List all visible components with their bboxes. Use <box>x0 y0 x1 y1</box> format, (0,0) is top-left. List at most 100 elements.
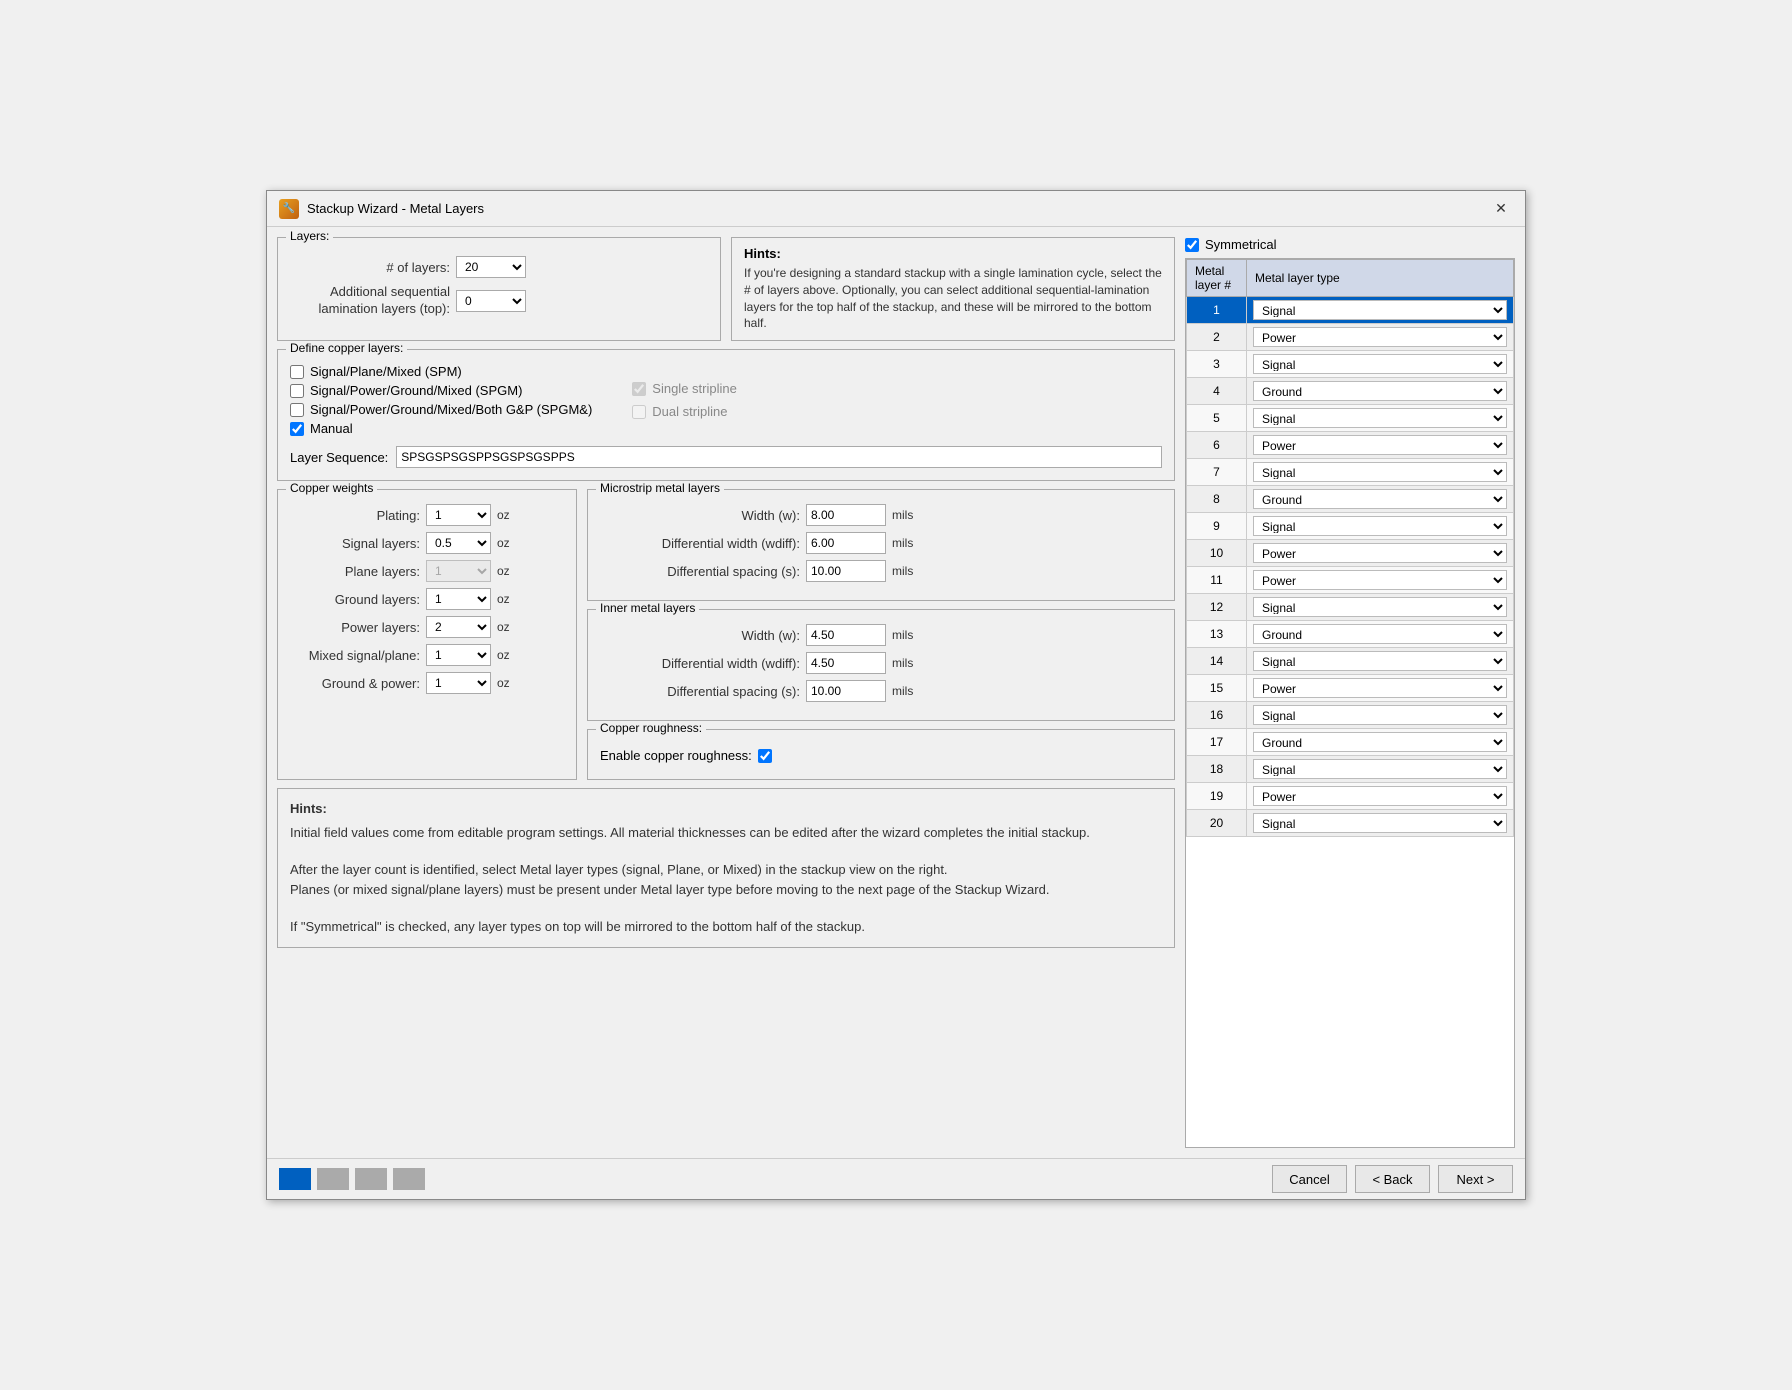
symmetrical-label: Symmetrical <box>1205 237 1277 252</box>
spm-checkbox[interactable] <box>290 365 304 379</box>
cancel-button[interactable]: Cancel <box>1272 1165 1347 1193</box>
layer-type-select[interactable]: SignalPowerGroundMixedPlane <box>1253 408 1507 428</box>
close-button[interactable]: ✕ <box>1489 197 1513 221</box>
table-row[interactable]: 13SignalPowerGroundMixedPlane <box>1187 621 1514 648</box>
spm-label: Signal/Plane/Mixed (SPM) <box>310 364 462 379</box>
step-3 <box>355 1168 387 1190</box>
layer-type-select[interactable]: SignalPowerGroundMixedPlane <box>1253 327 1507 347</box>
define-copper-title: Define copper layers: <box>286 341 407 355</box>
layer-type-select[interactable]: SignalPowerGroundMixedPlane <box>1253 435 1507 455</box>
plating-label: Plating: <box>290 508 420 523</box>
layer-type-select[interactable]: SignalPowerGroundMixedPlane <box>1253 489 1507 509</box>
num-layers-select[interactable]: 20246810121416182224 <box>456 256 526 278</box>
ms-width-label: Width (w): <box>600 508 800 523</box>
layer-type-select[interactable]: SignalPowerGroundMixedPlane <box>1253 624 1507 644</box>
im-diff-width-input[interactable] <box>806 652 886 674</box>
layer-type-select[interactable]: SignalPowerGroundMixedPlane <box>1253 678 1507 698</box>
manual-checkbox[interactable] <box>290 422 304 436</box>
hints-text: If you're designing a standard stackup w… <box>744 265 1162 332</box>
table-row[interactable]: 16SignalPowerGroundMixedPlane <box>1187 702 1514 729</box>
table-row[interactable]: 7SignalPowerGroundMixedPlane <box>1187 459 1514 486</box>
copper-weights-title: Copper weights <box>286 481 377 495</box>
main-window: 🔧 Stackup Wizard - Metal Layers ✕ Layers… <box>266 190 1526 1200</box>
layer-type-select[interactable]: SignalPowerGroundMixedPlane <box>1253 705 1507 725</box>
im-width-input[interactable] <box>806 624 886 646</box>
num-layers-label: # of layers: <box>290 260 450 275</box>
table-row[interactable]: 20SignalPowerGroundMixedPlane <box>1187 810 1514 837</box>
spgm-label: Signal/Power/Ground/Mixed (SPGM) <box>310 383 522 398</box>
table-row[interactable]: 11SignalPowerGroundMixedPlane <box>1187 567 1514 594</box>
table-row[interactable]: 17SignalPowerGroundMixedPlane <box>1187 729 1514 756</box>
ms-diff-spacing-label: Differential spacing (s): <box>600 564 800 579</box>
table-row[interactable]: 2SignalPowerGroundMixedPlane <box>1187 324 1514 351</box>
signal-layers-label: Signal layers: <box>290 536 420 551</box>
spgm-checkbox[interactable] <box>290 384 304 398</box>
layer-type-select[interactable]: SignalPowerGroundMixedPlane <box>1253 759 1507 779</box>
layers-group-title: Layers: <box>286 229 333 243</box>
ms-diff-width-input[interactable] <box>806 532 886 554</box>
layer-type-select[interactable]: SignalPowerGroundMixedPlane <box>1253 732 1507 752</box>
enable-roughness-checkbox[interactable] <box>758 749 772 763</box>
table-row[interactable]: 6SignalPowerGroundMixedPlane <box>1187 432 1514 459</box>
ms-diff-spacing-input[interactable] <box>806 560 886 582</box>
spgm8-checkbox[interactable] <box>290 403 304 417</box>
table-row[interactable]: 18SignalPowerGroundMixedPlane <box>1187 756 1514 783</box>
layer-type-select[interactable]: SignalPowerGroundMixedPlane <box>1253 786 1507 806</box>
dual-stripline-label: Dual stripline <box>652 404 727 419</box>
layer-type-select[interactable]: SignalPowerGroundMixedPlane <box>1253 543 1507 563</box>
table-row[interactable]: 8SignalPowerGroundMixedPlane <box>1187 486 1514 513</box>
add-seq-select[interactable]: 01234 <box>456 290 526 312</box>
col-metal-layer: Metal layer # <box>1187 260 1247 297</box>
bottom-hints: Hints: Initial field values come from ed… <box>277 788 1175 948</box>
table-row[interactable]: 19SignalPowerGroundMixedPlane <box>1187 783 1514 810</box>
microstrip-title: Microstrip metal layers <box>596 481 724 495</box>
signal-layers-select[interactable]: 0.512 <box>426 532 491 554</box>
table-row[interactable]: 14SignalPowerGroundMixedPlane <box>1187 648 1514 675</box>
single-stripline-label: Single stripline <box>652 381 737 396</box>
ground-layers-select[interactable]: 10.52 <box>426 588 491 610</box>
layer-type-select[interactable]: SignalPowerGroundMixedPlane <box>1253 462 1507 482</box>
plating-select[interactable]: 10.52 <box>426 504 491 526</box>
back-button[interactable]: < Back <box>1355 1165 1430 1193</box>
layer-type-select[interactable]: SignalPowerGroundMixedPlane <box>1253 597 1507 617</box>
layer-sequence-input[interactable]: SPSGSPSGSPPSGSPSGSPPS <box>396 446 1162 468</box>
inner-metal-title: Inner metal layers <box>596 601 699 615</box>
im-diff-spacing-input[interactable] <box>806 680 886 702</box>
table-row[interactable]: 9SignalPowerGroundMixedPlane <box>1187 513 1514 540</box>
step-1 <box>279 1168 311 1190</box>
ground-power-select[interactable]: 10.52 <box>426 672 491 694</box>
table-row[interactable]: 3SignalPowerGroundMixedPlane <box>1187 351 1514 378</box>
hints-title: Hints: <box>744 246 1162 261</box>
ground-layers-label: Ground layers: <box>290 592 420 607</box>
im-width-label: Width (w): <box>600 628 800 643</box>
im-diff-spacing-label: Differential spacing (s): <box>600 684 800 699</box>
add-seq-label: Additional sequentiallamination layers (… <box>290 284 450 318</box>
table-row[interactable]: 15SignalPowerGroundMixedPlane <box>1187 675 1514 702</box>
mixed-signal-label: Mixed signal/plane: <box>290 648 420 663</box>
layer-type-select[interactable]: SignalPowerGroundMixedPlane <box>1253 300 1507 320</box>
layer-type-select[interactable]: SignalPowerGroundMixedPlane <box>1253 381 1507 401</box>
mixed-signal-select[interactable]: 10.52 <box>426 644 491 666</box>
app-icon: 🔧 <box>279 199 299 219</box>
table-row[interactable]: 12SignalPowerGroundMixedPlane <box>1187 594 1514 621</box>
copper-roughness-title: Copper roughness: <box>596 721 706 735</box>
titlebar: 🔧 Stackup Wizard - Metal Layers ✕ <box>267 191 1525 227</box>
power-layers-select[interactable]: 20.51 <box>426 616 491 638</box>
im-diff-width-label: Differential width (wdiff): <box>600 656 800 671</box>
layer-type-select[interactable]: SignalPowerGroundMixedPlane <box>1253 813 1507 833</box>
table-row[interactable]: 4SignalPowerGroundMixedPlane <box>1187 378 1514 405</box>
layer-type-select[interactable]: SignalPowerGroundMixedPlane <box>1253 516 1507 536</box>
table-row[interactable]: 10SignalPowerGroundMixedPlane <box>1187 540 1514 567</box>
ms-diff-width-label: Differential width (wdiff): <box>600 536 800 551</box>
layer-type-select[interactable]: SignalPowerGroundMixedPlane <box>1253 354 1507 374</box>
dual-stripline-checkbox <box>632 405 646 419</box>
table-row[interactable]: 1SignalPowerGroundMixedPlane <box>1187 297 1514 324</box>
layer-type-select[interactable]: SignalPowerGroundMixedPlane <box>1253 570 1507 590</box>
table-row[interactable]: 5SignalPowerGroundMixedPlane <box>1187 405 1514 432</box>
ms-width-input[interactable] <box>806 504 886 526</box>
layer-type-select[interactable]: SignalPowerGroundMixedPlane <box>1253 651 1507 671</box>
next-button[interactable]: Next > <box>1438 1165 1513 1193</box>
layer-table-container: Metal layer # Metal layer type 1SignalPo… <box>1185 258 1515 1148</box>
symmetrical-checkbox[interactable] <box>1185 238 1199 252</box>
layer-sequence-label: Layer Sequence: <box>290 450 388 465</box>
